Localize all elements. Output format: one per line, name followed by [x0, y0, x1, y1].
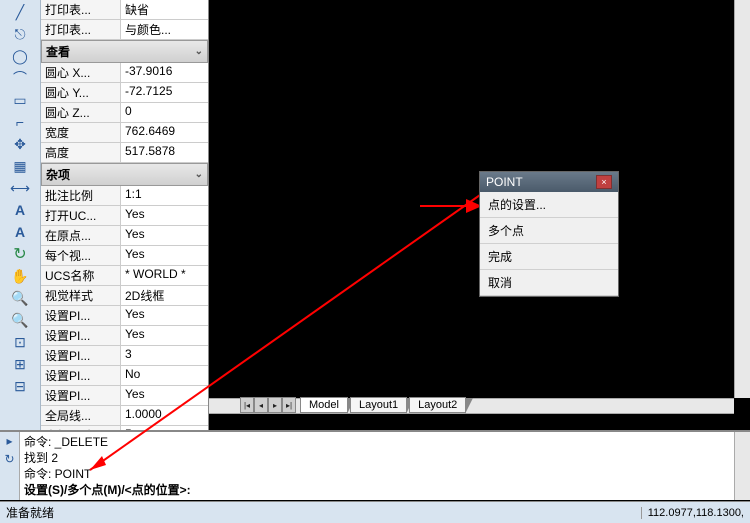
command-scrollbar[interactable] — [734, 432, 750, 500]
prop-row[interactable]: 设置PI...Yes — [41, 386, 208, 406]
prop-row[interactable]: 圆心 Y...-72.7125 — [41, 83, 208, 103]
prop-row[interactable]: UCS名称* WORLD * — [41, 266, 208, 286]
prop-row[interactable]: 圆心 Z...0 — [41, 103, 208, 123]
tool-mirror-icon[interactable]: ⎋ — [10, 24, 30, 44]
cmd-prompt[interactable]: 设置(S)/多个点(M)/<点的位置>: — [24, 482, 730, 498]
status-bar: 准备就绪 112.0977,118.1300, — [0, 501, 750, 523]
tool-arc-icon[interactable]: ⌒ — [10, 68, 30, 88]
prop-row[interactable]: 打印表...缺省 — [41, 0, 208, 20]
prop-val[interactable]: 缺省 — [121, 0, 208, 19]
prop-row[interactable]: 宽度762.6469 — [41, 123, 208, 143]
chevron-icon: ⌄ — [195, 169, 203, 180]
prop-key: 打印表... — [41, 0, 121, 19]
prop-row[interactable]: 在原点...Yes — [41, 226, 208, 246]
prop-key: 打印表... — [41, 20, 121, 39]
tool-zoom-all-icon[interactable]: ⊟ — [10, 376, 30, 396]
prop-val[interactable]: 与颜色... — [121, 20, 208, 39]
prop-row[interactable]: 设置PI...3 — [41, 346, 208, 366]
prop-row[interactable]: 每个视...Yes — [41, 246, 208, 266]
prop-row[interactable]: 设置PI...No — [41, 366, 208, 386]
tool-zoom-window-icon[interactable]: ⊡ — [10, 332, 30, 352]
command-log[interactable]: 命令: _DELETE 找到 2 命令: POINT 设置(S)/多个点(M)/… — [20, 432, 734, 500]
prop-row[interactable]: 打印表...与颜色... — [41, 20, 208, 40]
popup-titlebar[interactable]: POINT × — [480, 172, 618, 192]
tab-layout1[interactable]: Layout1 — [350, 397, 407, 413]
tool-rect-icon[interactable]: ▭ — [10, 90, 30, 110]
tab-model[interactable]: Model — [300, 397, 348, 413]
prop-row[interactable]: 打开UC...Yes — [41, 206, 208, 226]
chevron-icon: ⌄ — [195, 46, 203, 57]
section-misc[interactable]: 杂项⌄ — [41, 163, 208, 186]
prop-row[interactable]: 设置PI...Yes — [41, 306, 208, 326]
tool-move-icon[interactable]: ✥ — [10, 134, 30, 154]
section-view[interactable]: 查看⌄ — [41, 40, 208, 63]
status-ready: 准备就绪 — [6, 504, 54, 521]
prop-row[interactable]: 批注比例1:1 — [41, 186, 208, 206]
tab-layout2[interactable]: Layout2 — [409, 397, 466, 413]
tool-pan-icon[interactable]: ✋ — [10, 266, 30, 286]
prop-row[interactable]: 设置PI...Yes — [41, 326, 208, 346]
popup-title: POINT — [486, 175, 523, 189]
popup-item-settings[interactable]: 点的设置... — [480, 192, 618, 218]
prop-row[interactable]: 全局线...1.0000 — [41, 406, 208, 426]
popup-item-cancel[interactable]: 取消 — [480, 270, 618, 296]
vertical-scrollbar[interactable] — [734, 0, 750, 398]
status-coordinates: 112.0977,118.1300, — [641, 507, 744, 519]
prop-row[interactable]: 高度517.5878 — [41, 143, 208, 163]
cmd-icon[interactable]: ↻ — [2, 452, 18, 468]
tool-circle-icon[interactable]: ◯ — [10, 46, 30, 66]
popup-item-done[interactable]: 完成 — [480, 244, 618, 270]
tool-dim-icon[interactable]: ⟷ — [10, 178, 30, 198]
tab-nav-first-icon[interactable]: |◂ — [240, 397, 254, 413]
tool-zoom-in-icon[interactable]: 🔍 — [10, 288, 30, 308]
command-toolbar: ▸ ↻ — [0, 432, 20, 500]
cmd-line: 找到 2 — [24, 450, 730, 466]
command-area: ▸ ↻ 命令: _DELETE 找到 2 命令: POINT 设置(S)/多个点… — [0, 430, 750, 500]
tool-zoom-extents-icon[interactable]: ⊞ — [10, 354, 30, 374]
cmd-line: 命令: _DELETE — [24, 434, 730, 450]
prop-row[interactable]: 视觉样式2D线框 — [41, 286, 208, 306]
tool-text-icon[interactable]: A — [10, 200, 30, 220]
tool-mtext-icon[interactable]: A — [10, 222, 30, 242]
tool-refresh-icon[interactable]: ↻ — [10, 244, 30, 264]
prop-row[interactable]: 圆心 X...-37.9016 — [41, 63, 208, 83]
popup-item-multiple[interactable]: 多个点 — [480, 218, 618, 244]
layout-tabs: |◂ ◂ ▸ ▸| Model Layout1 Layout2 — [240, 395, 468, 415]
tab-nav-last-icon[interactable]: ▸| — [282, 397, 296, 413]
tab-nav-prev-icon[interactable]: ◂ — [254, 397, 268, 413]
tool-palette-left: ╱ ⎋ ◯ ⌒ ▭ ⌐ ✥ ▦ ⟷ A A ↻ ✋ 🔍 🔍 ⊡ ⊞ ⊟ — [0, 0, 41, 430]
cmd-icon[interactable]: ▸ — [2, 434, 18, 450]
cmd-line: 命令: POINT — [24, 466, 730, 482]
tool-hatch-icon[interactable]: ▦ — [10, 156, 30, 176]
point-popup: POINT × 点的设置... 多个点 完成 取消 — [479, 171, 619, 297]
properties-panel: 打印表...缺省 打印表...与颜色... 查看⌄ 圆心 X...-37.901… — [41, 0, 209, 430]
tab-nav-next-icon[interactable]: ▸ — [268, 397, 282, 413]
tool-line-icon[interactable]: ╱ — [10, 2, 30, 22]
close-icon[interactable]: × — [596, 175, 612, 189]
tool-fillet-icon[interactable]: ⌐ — [10, 112, 30, 132]
tool-zoom-out-icon[interactable]: 🔍 — [10, 310, 30, 330]
